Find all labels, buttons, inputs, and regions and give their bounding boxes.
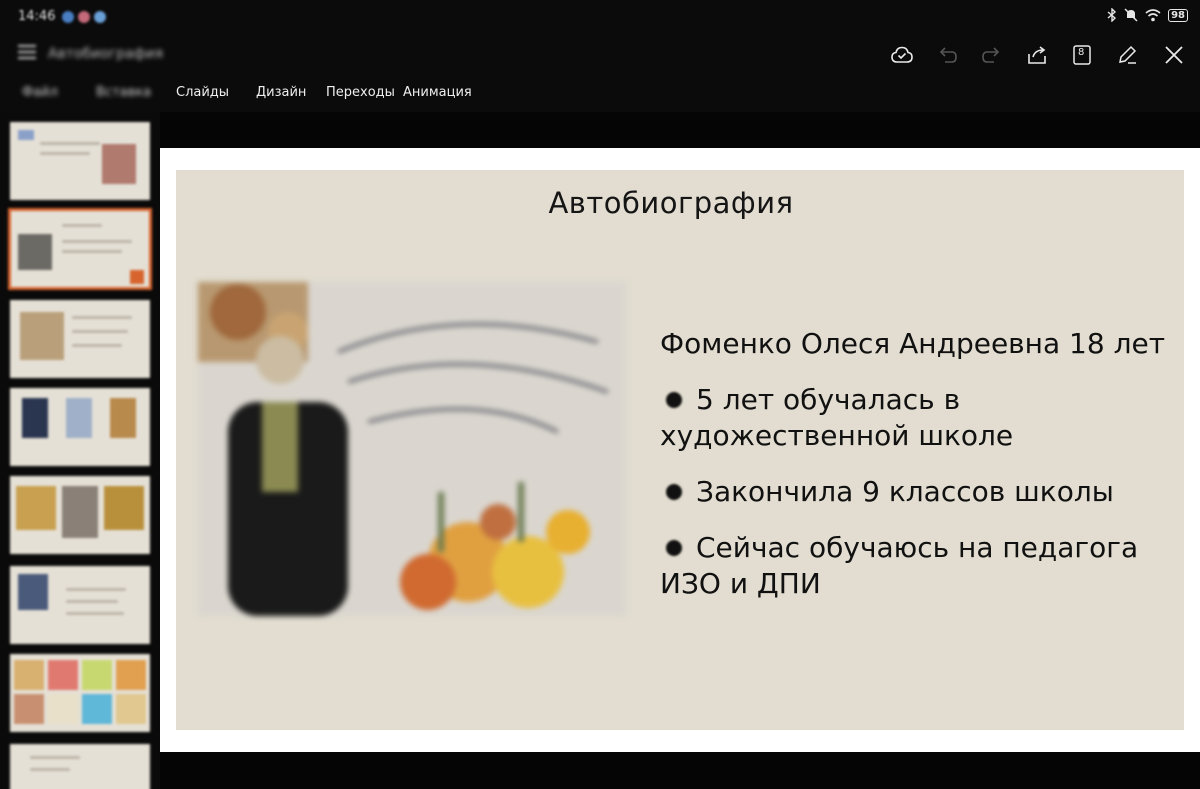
slide-thumbnail[interactable] xyxy=(10,388,150,466)
cloud-save-icon xyxy=(891,46,913,63)
slide-count-label: 8 xyxy=(1078,47,1085,58)
undo-button[interactable] xyxy=(934,42,960,68)
slide-text-block[interactable]: Фоменко Олеся Андреевна 18 лет 5 лет обу… xyxy=(660,326,1180,622)
close-icon xyxy=(1165,46,1183,64)
edit-button[interactable] xyxy=(1114,42,1140,68)
slide-thumbnails-panel[interactable] xyxy=(0,112,160,789)
share-icon xyxy=(1028,46,1046,64)
wifi-icon xyxy=(1145,8,1161,21)
slide-thumbnail[interactable] xyxy=(10,300,150,378)
slide-photo[interactable] xyxy=(198,282,626,616)
status-bar: 14:46 98 xyxy=(0,0,1200,34)
edit-pen-icon xyxy=(1119,45,1137,64)
tab-transitions[interactable]: Переходы xyxy=(326,85,395,100)
close-button[interactable] xyxy=(1161,42,1187,68)
tab-animation[interactable]: Анимация xyxy=(403,85,472,100)
bullet-icon xyxy=(666,539,682,556)
battery-icon: 98 xyxy=(1168,8,1188,22)
undo-icon xyxy=(939,47,957,63)
slide-thumbnail[interactable] xyxy=(10,476,150,554)
slide-thumbnail[interactable] xyxy=(10,122,150,200)
slide-count-button[interactable]: 8 xyxy=(1069,42,1095,68)
tab-design[interactable]: Дизайн xyxy=(256,85,306,100)
menu-icon[interactable] xyxy=(18,44,36,60)
bullet-1-line-2: художественной школе xyxy=(660,419,1014,452)
share-button[interactable] xyxy=(1024,42,1050,68)
slide-bullet-2: Закончила 9 классов школы xyxy=(660,474,1180,510)
photo-content xyxy=(198,282,626,616)
tab-slides[interactable]: Слайды xyxy=(176,85,229,100)
slide-thumbnail[interactable] xyxy=(10,654,150,732)
status-indicators: 98 xyxy=(1107,8,1188,22)
slide-bullet-1: 5 лет обучалась в художественной школе xyxy=(660,382,1180,454)
notification-icons xyxy=(62,11,106,23)
bullet-2-text: Закончила 9 классов школы xyxy=(696,475,1114,508)
slide-text-name: Фоменко Олеся Андреевна 18 лет xyxy=(660,327,1166,360)
slide-bullet-3: Сейчас обучаюсь на педагога ИЗО и ДПИ xyxy=(660,530,1180,602)
slide-thumbnail[interactable] xyxy=(10,566,150,644)
tab-file[interactable]: Файл xyxy=(22,85,58,100)
document-title[interactable]: Автобиография xyxy=(48,46,163,62)
bullet-3-line-1: Сейчас обучаюсь на педагога xyxy=(696,531,1139,564)
bullet-1-line-1: 5 лет обучалась в xyxy=(696,383,961,416)
notification-icon xyxy=(94,11,106,23)
tab-insert[interactable]: Вставка xyxy=(96,85,151,100)
bullet-3-line-2: ИЗО и ДПИ xyxy=(660,567,821,600)
slide-title[interactable]: Автобиография xyxy=(176,186,1166,220)
status-time: 14:46 xyxy=(18,9,56,24)
app-toolbar: Автобиография 8 xyxy=(0,34,1200,76)
slide-canvas[interactable]: Автобиография Фоменко Олеся Андреевна 18… xyxy=(176,170,1184,730)
bullet-icon xyxy=(666,391,682,408)
redo-icon xyxy=(982,47,1000,63)
notification-icon xyxy=(62,11,74,23)
redo-button[interactable] xyxy=(979,42,1005,68)
slide-thumbnail-active[interactable] xyxy=(8,208,152,290)
bluetooth-icon xyxy=(1107,8,1117,22)
bullet-icon xyxy=(666,483,682,500)
cloud-save-button[interactable] xyxy=(889,42,915,68)
slide-thumbnail[interactable] xyxy=(10,744,150,789)
mute-icon xyxy=(1124,8,1138,22)
ribbon-tabs: Файл Вставка Слайды Дизайн Переходы Аним… xyxy=(0,76,1200,112)
notification-icon xyxy=(78,11,90,23)
